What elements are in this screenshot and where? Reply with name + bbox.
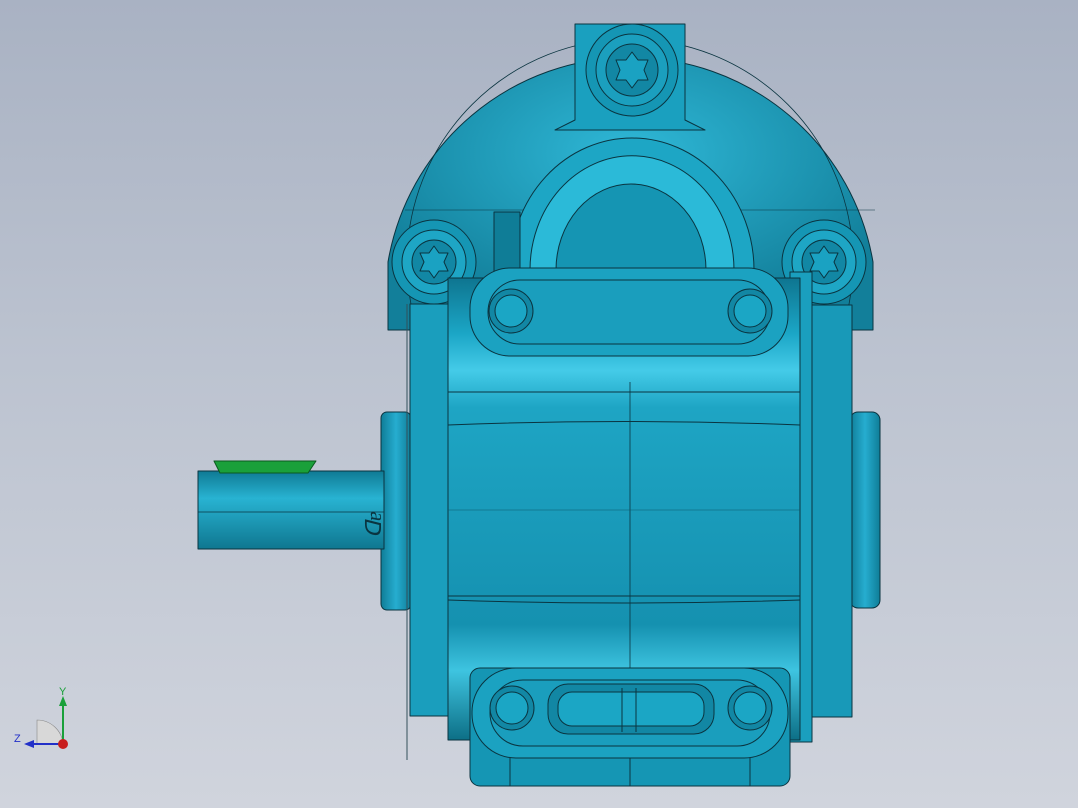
gearbox-model[interactable]: ꓷɐ	[0, 0, 1078, 808]
z-axis-label: Z	[14, 733, 21, 745]
z-axis-arrow-icon	[24, 740, 34, 748]
y-axis-label: Y	[59, 686, 67, 698]
x-axis-point-icon	[58, 739, 68, 749]
shaft-key	[213, 460, 317, 474]
right-cap	[849, 411, 881, 609]
triad-quadrant	[36, 719, 64, 745]
graphics-viewport[interactable]: ꓷɐ Y Z	[0, 0, 1078, 808]
input-shaft	[197, 470, 385, 550]
orientation-triad[interactable]: Y Z	[10, 684, 80, 754]
shaft-engraving: ꓷɐ	[361, 511, 386, 538]
